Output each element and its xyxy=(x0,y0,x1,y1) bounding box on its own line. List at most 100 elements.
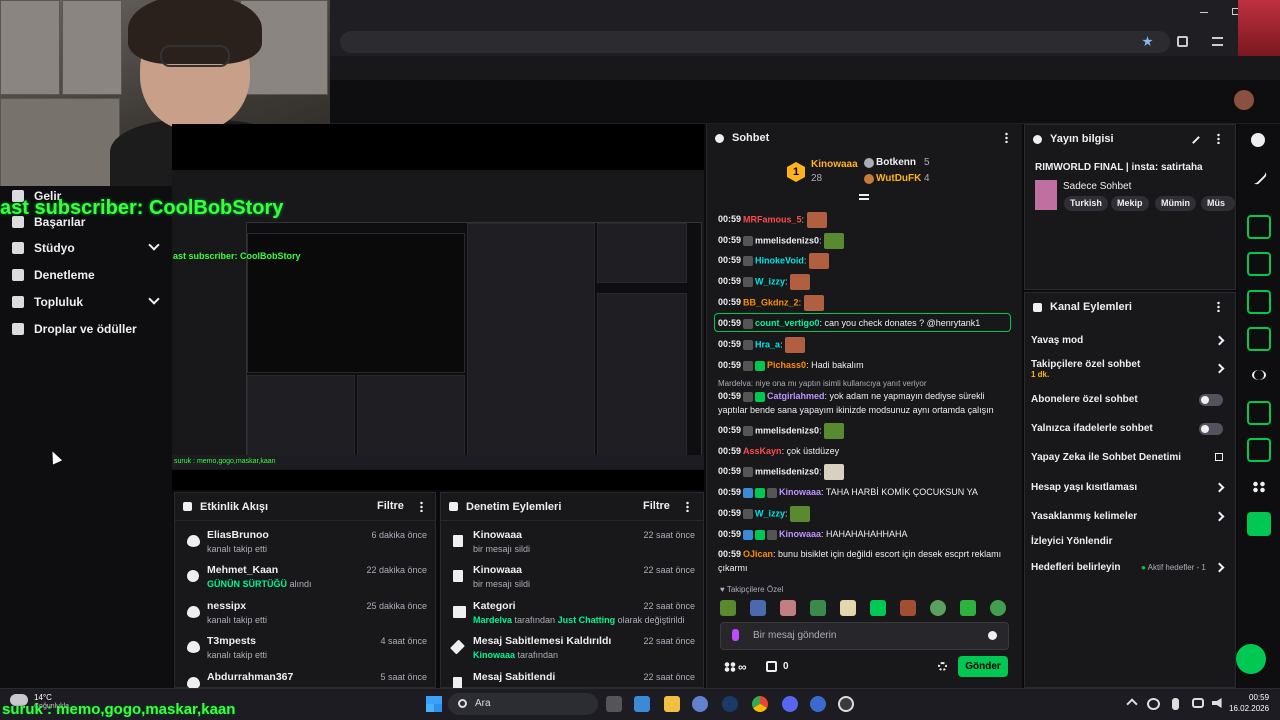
category-name[interactable]: Sadece Sohbet xyxy=(1063,181,1131,192)
discord-icon[interactable] xyxy=(782,696,798,712)
broadcast-icon[interactable] xyxy=(1252,370,1266,380)
wrench-icon[interactable] xyxy=(1247,438,1271,462)
extensions-icon[interactable] xyxy=(1177,36,1188,47)
nav-item-drops[interactable]: Droplar ve ödüller xyxy=(12,318,162,340)
filter-button[interactable]: Filtre xyxy=(643,500,670,512)
chat-username[interactable]: mmelisdenizs0 xyxy=(755,466,819,476)
chat-message[interactable]: 00:59 W_izzy: xyxy=(718,506,1014,522)
more-icon[interactable] xyxy=(420,501,423,512)
chat-message[interactable]: 00:59 HinokeVoid: xyxy=(718,253,1014,269)
chat-username[interactable]: BB_Gkdnz_2 xyxy=(743,297,799,307)
emote-icon[interactable] xyxy=(930,600,946,616)
more-icon[interactable] xyxy=(1005,132,1008,143)
emote-icon[interactable] xyxy=(900,600,916,616)
chat-username[interactable]: count_vertigo0 xyxy=(755,318,820,328)
nav-item-moderation[interactable]: Denetleme xyxy=(12,264,162,286)
document-icon[interactable] xyxy=(1247,290,1271,314)
chat-message[interactable]: 00:59 mmelisdenizs0: xyxy=(718,423,1014,439)
obs-icon[interactable] xyxy=(838,696,854,712)
chat-placeholder[interactable]: Bir mesaj gönderin xyxy=(753,630,836,641)
chat-username[interactable]: Kinowaaa xyxy=(779,529,821,539)
points-icon[interactable] xyxy=(1252,481,1266,493)
minimize-icon[interactable] xyxy=(1200,12,1208,13)
app-icon[interactable] xyxy=(810,696,826,712)
chat-message[interactable]: 00:59 Kinowaaa: HAHAHAHAHHAHA xyxy=(718,527,1014,541)
leader-name[interactable]: Botkenn xyxy=(876,157,916,168)
emote-icon[interactable] xyxy=(870,600,886,616)
leader-name[interactable]: WutDuFK xyxy=(876,173,921,184)
list-item[interactable]: EliasBrunoo kanalı takip etti 6 dakika ö… xyxy=(183,529,427,563)
chat-message[interactable]: 00:59 Hra_a: xyxy=(718,337,1014,353)
collapse-icon[interactable] xyxy=(859,194,869,200)
action-raid[interactable]: İzleyici Yönlendir xyxy=(1031,536,1231,547)
list-item[interactable]: Mesaj Sabitlemesi Kaldırıldı Kinowaaa ta… xyxy=(449,635,695,669)
chat-message[interactable]: 00:59 OJican: bunu bisiklet için değildi … xyxy=(718,547,1014,575)
chat-username[interactable]: MRFamous_5 xyxy=(743,214,802,224)
chat-username[interactable]: HinokeVoid xyxy=(755,255,804,265)
chat-username[interactable]: mmelisdenizs0 xyxy=(755,235,819,245)
chat-username[interactable]: AssKayn xyxy=(743,446,782,456)
action-banned-words[interactable]: Yasaklanmış kelimeler xyxy=(1031,511,1231,522)
address-bar[interactable] xyxy=(340,31,1170,53)
list-item[interactable]: Kinowaaa bir mesajı sildi 22 saat önce xyxy=(449,529,695,563)
ad-icon[interactable] xyxy=(1247,401,1271,425)
chat-username[interactable]: Hra_a xyxy=(755,339,780,349)
clip-icon[interactable] xyxy=(1247,215,1271,239)
more-icon[interactable] xyxy=(686,501,689,512)
emote-icon[interactable] xyxy=(750,600,766,616)
send-button[interactable]: Gönder xyxy=(958,656,1008,677)
list-item[interactable]: T3mpests kanalı takip etti 4 saat önce xyxy=(183,635,427,669)
list-item[interactable]: Kinowaaa bir mesajı sildi 22 saat önce xyxy=(449,564,695,598)
chat-message[interactable]: 00:59 Catgirlahmed: yok adam ne yapmayın … xyxy=(718,389,1014,417)
chat-username[interactable]: OJican xyxy=(743,549,773,559)
mic-icon[interactable] xyxy=(732,629,739,641)
filter-button[interactable]: Filtre xyxy=(377,500,404,512)
chat-message[interactable]: 00:59 count_vertigo0: can you check donat… xyxy=(718,316,1014,330)
taskbar-search[interactable] xyxy=(448,693,598,715)
tag[interactable]: Mümin xyxy=(1155,196,1196,211)
emoji-icon[interactable] xyxy=(988,631,997,640)
chat-username[interactable]: mmelisdenizs0 xyxy=(755,425,819,435)
nav-item-community[interactable]: Topluluk xyxy=(12,291,162,313)
action-slow-mode[interactable]: Yavaş mod xyxy=(1031,335,1231,346)
toggle[interactable] xyxy=(1199,394,1223,406)
more-icon[interactable] xyxy=(1217,133,1220,144)
chat-username[interactable]: W_izzy xyxy=(755,276,785,286)
points-icon[interactable] xyxy=(724,662,736,672)
folder-icon[interactable] xyxy=(664,696,680,712)
action-emote-only[interactable]: Yalnızca ifadelerle sohbet xyxy=(1031,423,1231,435)
tag[interactable]: Müs xyxy=(1201,196,1235,211)
chat-message[interactable]: 00:59 mmelisdenizs0: xyxy=(718,464,1014,480)
list-item[interactable]: Mehmet_Kaan GÜNÜN SÜRTÜĞÜ alındı 22 daki… xyxy=(183,564,427,598)
windows-start-icon[interactable] xyxy=(426,696,442,712)
more-icon[interactable] xyxy=(1217,301,1220,312)
avatar[interactable] xyxy=(1234,90,1254,110)
sync-icon[interactable] xyxy=(1147,698,1160,710)
calculator-icon[interactable] xyxy=(634,696,650,712)
action-sub-only[interactable]: Abonelere özel sohbet xyxy=(1031,394,1231,406)
chat-message[interactable]: 00:59 mmelisdenizs0: xyxy=(718,233,1014,249)
network-icon[interactable] xyxy=(1192,698,1204,708)
chat-icon[interactable] xyxy=(1247,327,1271,351)
emote-icon[interactable] xyxy=(960,600,976,616)
emote-icon[interactable] xyxy=(990,600,1006,616)
chat-message[interactable]: 00:59 BB_Gkdnz_2: xyxy=(718,295,1014,311)
category-thumbnail[interactable] xyxy=(1035,180,1057,210)
tag[interactable]: Turkish xyxy=(1064,196,1108,211)
chat-username[interactable]: Catgirlahmed xyxy=(767,391,825,401)
nav-item-studio[interactable]: Stüdyo xyxy=(12,237,162,259)
clock-time[interactable]: 00:59 xyxy=(1249,693,1269,702)
chat-message[interactable]: 00:59 MRFamous_5: xyxy=(718,212,1014,228)
list-item[interactable]: Kategori Mardelva tarafından Just Chatti… xyxy=(449,600,695,634)
toggle[interactable] xyxy=(1199,423,1223,435)
steam-icon[interactable] xyxy=(722,696,738,712)
bolt-icon[interactable] xyxy=(1247,252,1271,276)
task-view-icon[interactable] xyxy=(606,696,622,712)
chrome-icon[interactable] xyxy=(752,696,768,712)
info-icon[interactable] xyxy=(1251,133,1265,147)
action-goals[interactable]: Hedefleri belirleyin ● Aktif hedefler - 1 xyxy=(1031,562,1231,573)
gear-icon[interactable] xyxy=(938,662,947,671)
emote-icon[interactable] xyxy=(720,600,736,616)
chat-username[interactable]: W_izzy xyxy=(755,508,785,518)
clock-date[interactable]: 16.02.2026 xyxy=(1229,704,1269,713)
